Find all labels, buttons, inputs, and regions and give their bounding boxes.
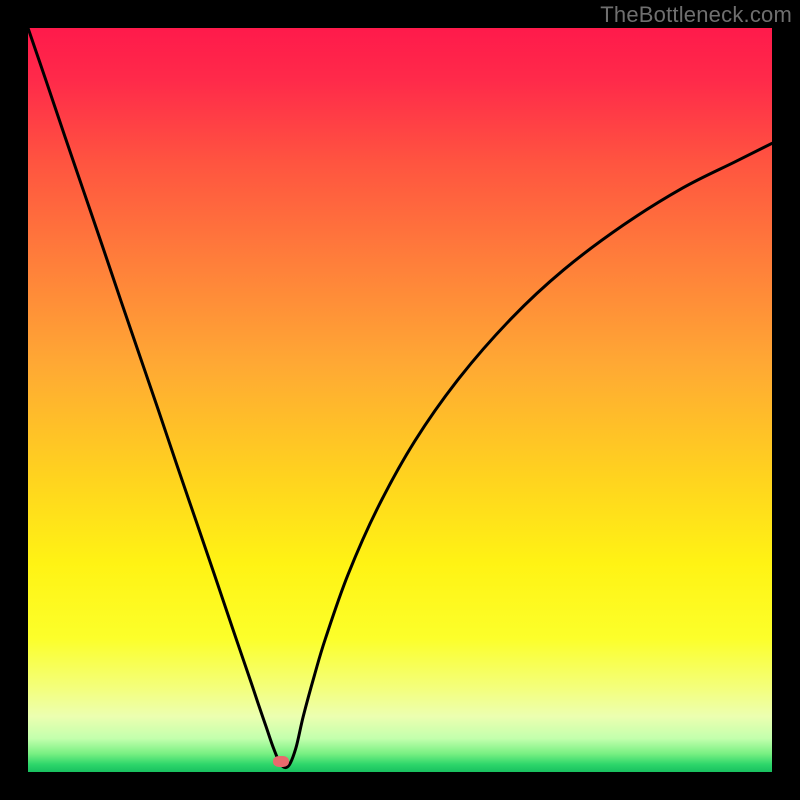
optimal-point-marker — [273, 756, 289, 767]
chart-frame: TheBottleneck.com — [0, 0, 800, 800]
bottleneck-chart — [28, 28, 772, 772]
heatmap-background — [28, 28, 772, 772]
watermark-text: TheBottleneck.com — [600, 2, 792, 28]
